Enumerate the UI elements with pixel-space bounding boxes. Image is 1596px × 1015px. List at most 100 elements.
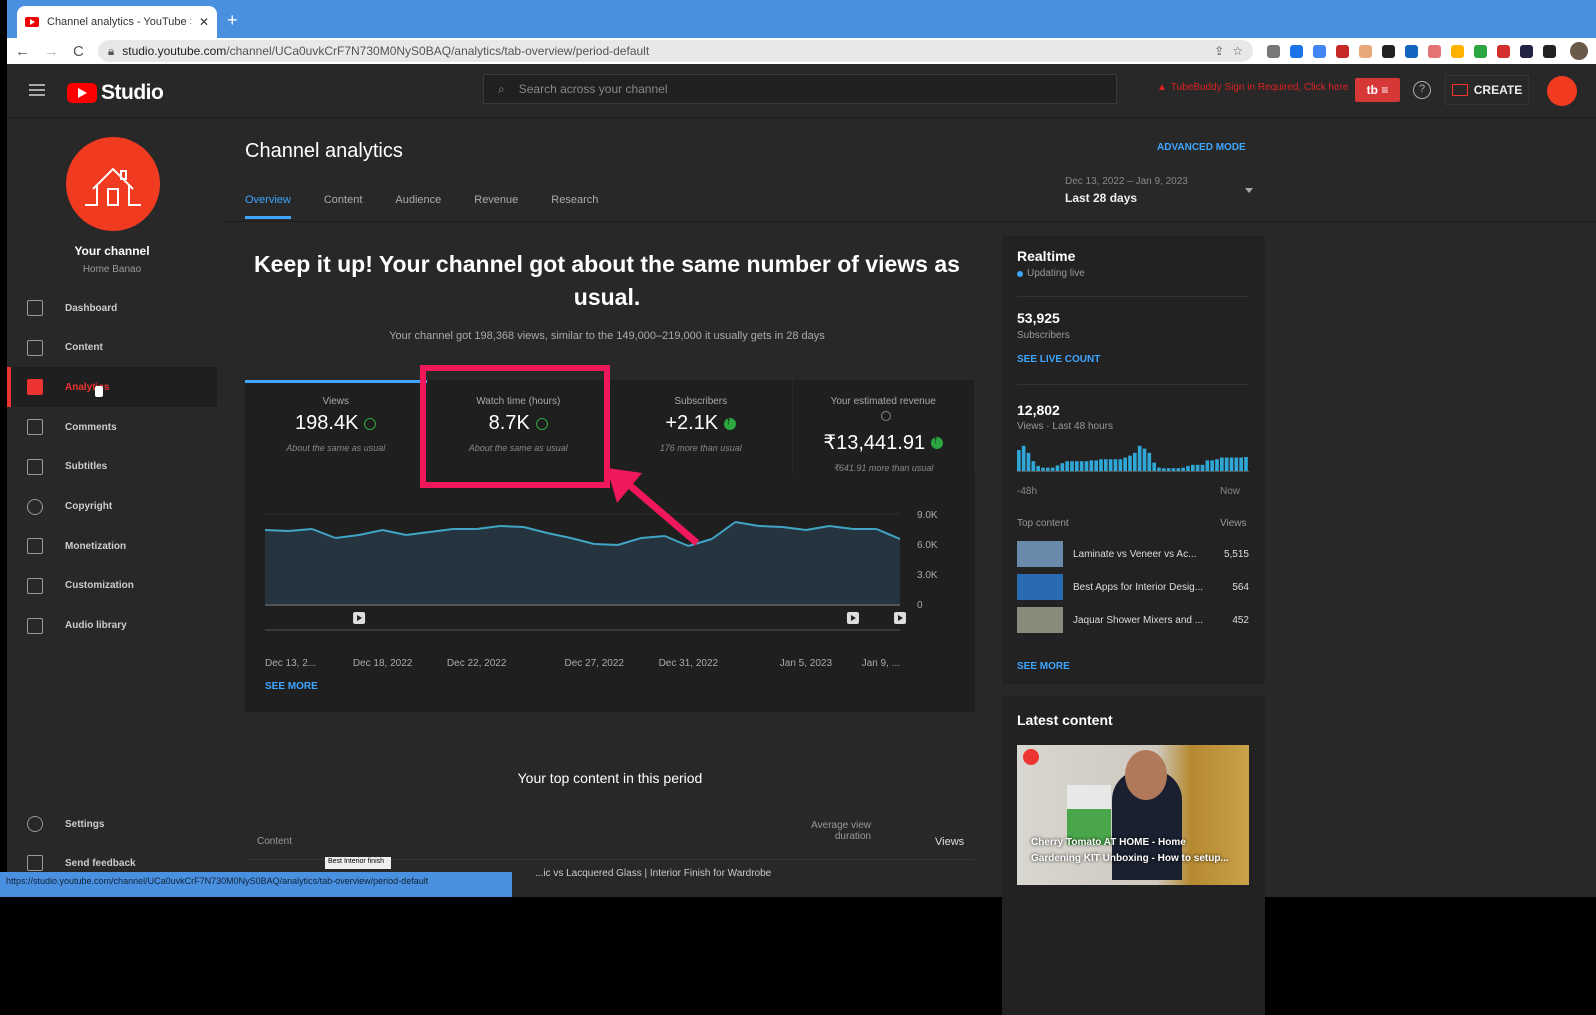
channel-avatar[interactable] <box>66 137 160 231</box>
studio-logo[interactable]: Studio <box>67 81 163 105</box>
metric-card-subscribers[interactable]: Subscribers+2.1K176 more than usual <box>610 380 793 474</box>
share-icon[interactable]: ⇪ <box>1214 44 1224 58</box>
extension-icon[interactable] <box>1359 45 1372 58</box>
row-thumbnail[interactable]: Best Interior finish <box>325 857 391 869</box>
sidebar-item-dashboard[interactable]: Dashboard <box>7 288 217 328</box>
extension-icon[interactable] <box>1313 45 1326 58</box>
sidebar-item-audio-library[interactable]: Audio library <box>7 606 217 646</box>
browser-tab[interactable]: Channel analytics - YouTube Studio ✕ <box>17 6 217 38</box>
column-content[interactable]: Content <box>257 836 292 847</box>
line-segment <box>500 526 524 527</box>
extension-icon[interactable] <box>1428 45 1441 58</box>
column-avg-duration[interactable]: Average view duration <box>805 820 871 842</box>
metric-note: ₹641.91 more than usual <box>793 463 975 474</box>
extension-icon[interactable] <box>1520 45 1533 58</box>
video-marker-icon[interactable] <box>894 612 906 624</box>
channel-badge-icon <box>1023 749 1039 765</box>
sidebar-item-analytics[interactable]: Analytics <box>7 367 217 407</box>
profile-avatar[interactable] <box>1570 42 1588 60</box>
metric-value-row: +2.1K <box>610 412 792 435</box>
advanced-mode-button[interactable]: ADVANCED MODE <box>1157 142 1246 153</box>
create-button[interactable]: CREATE <box>1445 75 1529 105</box>
tab-research[interactable]: Research <box>551 194 598 219</box>
help-icon[interactable]: ? <box>1413 81 1431 99</box>
latest-video-thumbnail[interactable]: Cherry Tomato AT HOME - Home Gardening K… <box>1017 745 1249 885</box>
logo-text: Studio <box>101 81 163 105</box>
tab-audience[interactable]: Audience <box>395 194 441 219</box>
realtime-bar <box>1061 463 1065 471</box>
realtime-bar <box>1070 461 1074 471</box>
realtime-bar <box>1036 466 1040 471</box>
realtime-bar <box>1181 468 1185 471</box>
back-button[interactable]: ← <box>15 43 30 60</box>
y-tick-label: 3.0K <box>917 570 938 581</box>
sidebar-item-content[interactable]: Content <box>7 328 217 368</box>
account-avatar[interactable] <box>1547 76 1577 106</box>
check-circle-icon <box>364 418 376 430</box>
realtime-bar <box>1051 468 1055 471</box>
tab-revenue[interactable]: Revenue <box>474 194 518 219</box>
top-content-item[interactable]: Jaquar Shower Mixers and ...452 <box>1017 606 1249 634</box>
new-tab-button[interactable]: + <box>227 10 238 31</box>
reload-button[interactable]: C <box>73 43 84 60</box>
sidebar-item-monetization[interactable]: Monetization <box>7 526 217 566</box>
top-content-item[interactable]: Best Apps for Interior Desig...564 <box>1017 573 1249 601</box>
tab-overview[interactable]: Overview <box>245 194 291 219</box>
extension-icon[interactable] <box>1474 45 1487 58</box>
realtime-bar <box>1109 459 1113 471</box>
column-views[interactable]: Views <box>935 836 964 848</box>
date-range: Dec 13, 2022 – Jan 9, 2023 <box>1065 176 1253 187</box>
sidebar-item-comments[interactable]: Comments <box>7 407 217 447</box>
sidebar-item-settings[interactable]: Settings <box>7 804 217 844</box>
see-more-link[interactable]: SEE MORE <box>265 681 318 692</box>
warning-text: TubeBuddy Sign in Required, Click here <box>1171 82 1349 93</box>
url-input[interactable]: 🔒︎ studio.youtube.com/channel/UCa0uvkCrF… <box>98 40 1253 62</box>
metric-card-your-estimated-revenue[interactable]: Your estimated revenue₹13,441.91₹641.91 … <box>793 380 976 474</box>
sidebar-item-subtitles[interactable]: Subtitles <box>7 447 217 487</box>
metric-label: Subscribers <box>610 396 792 407</box>
sidebar-item-customization[interactable]: Customization <box>7 566 217 606</box>
realtime-bar <box>1143 449 1147 471</box>
extension-icon[interactable] <box>1336 45 1349 58</box>
extension-icon[interactable] <box>1451 45 1464 58</box>
sidebar-item-copyright[interactable]: Copyright <box>7 487 217 527</box>
extension-icon[interactable] <box>1405 45 1418 58</box>
video-views: 564 <box>1232 582 1249 593</box>
info-clock-icon[interactable] <box>881 411 891 421</box>
extension-icon[interactable] <box>1497 45 1510 58</box>
tubebuddy-button[interactable]: tb ≡ <box>1355 78 1400 102</box>
create-label: CREATE <box>1474 83 1522 97</box>
audio-library-icon <box>27 618 43 634</box>
line-segment <box>759 526 783 527</box>
analytics-tabs: Overview Content Audience Revenue Research <box>245 194 598 219</box>
sidebar-item-label: Subtitles <box>65 461 107 472</box>
tab-content[interactable]: Content <box>324 194 363 219</box>
extension-icon[interactable] <box>1267 45 1280 58</box>
bookmark-star-icon[interactable]: ☆ <box>1232 44 1243 58</box>
tubebuddy-warning[interactable]: ▲ TubeBuddy Sign in Required, Click here <box>1157 82 1348 93</box>
realtime-bar <box>1056 465 1060 471</box>
top-content-item[interactable]: Laminate vs Veneer vs Ac...5,515 <box>1017 540 1249 568</box>
menu-icon[interactable] <box>29 84 45 99</box>
video-marker-icon[interactable] <box>353 612 365 624</box>
realtime-see-more[interactable]: SEE MORE <box>1017 661 1070 672</box>
realtime-bar <box>1099 459 1103 471</box>
search-input[interactable]: ⌕ Search across your channel <box>483 74 1117 104</box>
date-range-picker[interactable]: Dec 13, 2022 – Jan 9, 2023 Last 28 days <box>1065 176 1253 205</box>
extension-icon[interactable] <box>1543 45 1556 58</box>
extension-icon[interactable] <box>1382 45 1395 58</box>
latest-content-title: Latest content <box>1017 712 1113 728</box>
video-marker-icon[interactable] <box>847 612 859 624</box>
extensions-bar <box>1267 45 1556 58</box>
magic-wand-icon <box>27 578 43 594</box>
see-live-count-link[interactable]: SEE LIVE COUNT <box>1017 354 1100 365</box>
forward-button[interactable]: → <box>44 43 59 60</box>
row-title[interactable]: ...ic vs Lacquered Glass | Interior Fini… <box>535 868 771 879</box>
latest-content-card: Latest content Cherry Tomato AT HOME - H… <box>1002 696 1265 1015</box>
close-tab-icon[interactable]: ✕ <box>199 15 209 29</box>
extension-icon[interactable] <box>1290 45 1303 58</box>
metric-value: +2.1K <box>665 412 718 435</box>
metric-card-views[interactable]: Views198.4KAbout the same as usual <box>245 380 428 474</box>
realtime-bar <box>1220 458 1224 471</box>
views-label: Views · Last 48 hours <box>1017 421 1113 432</box>
